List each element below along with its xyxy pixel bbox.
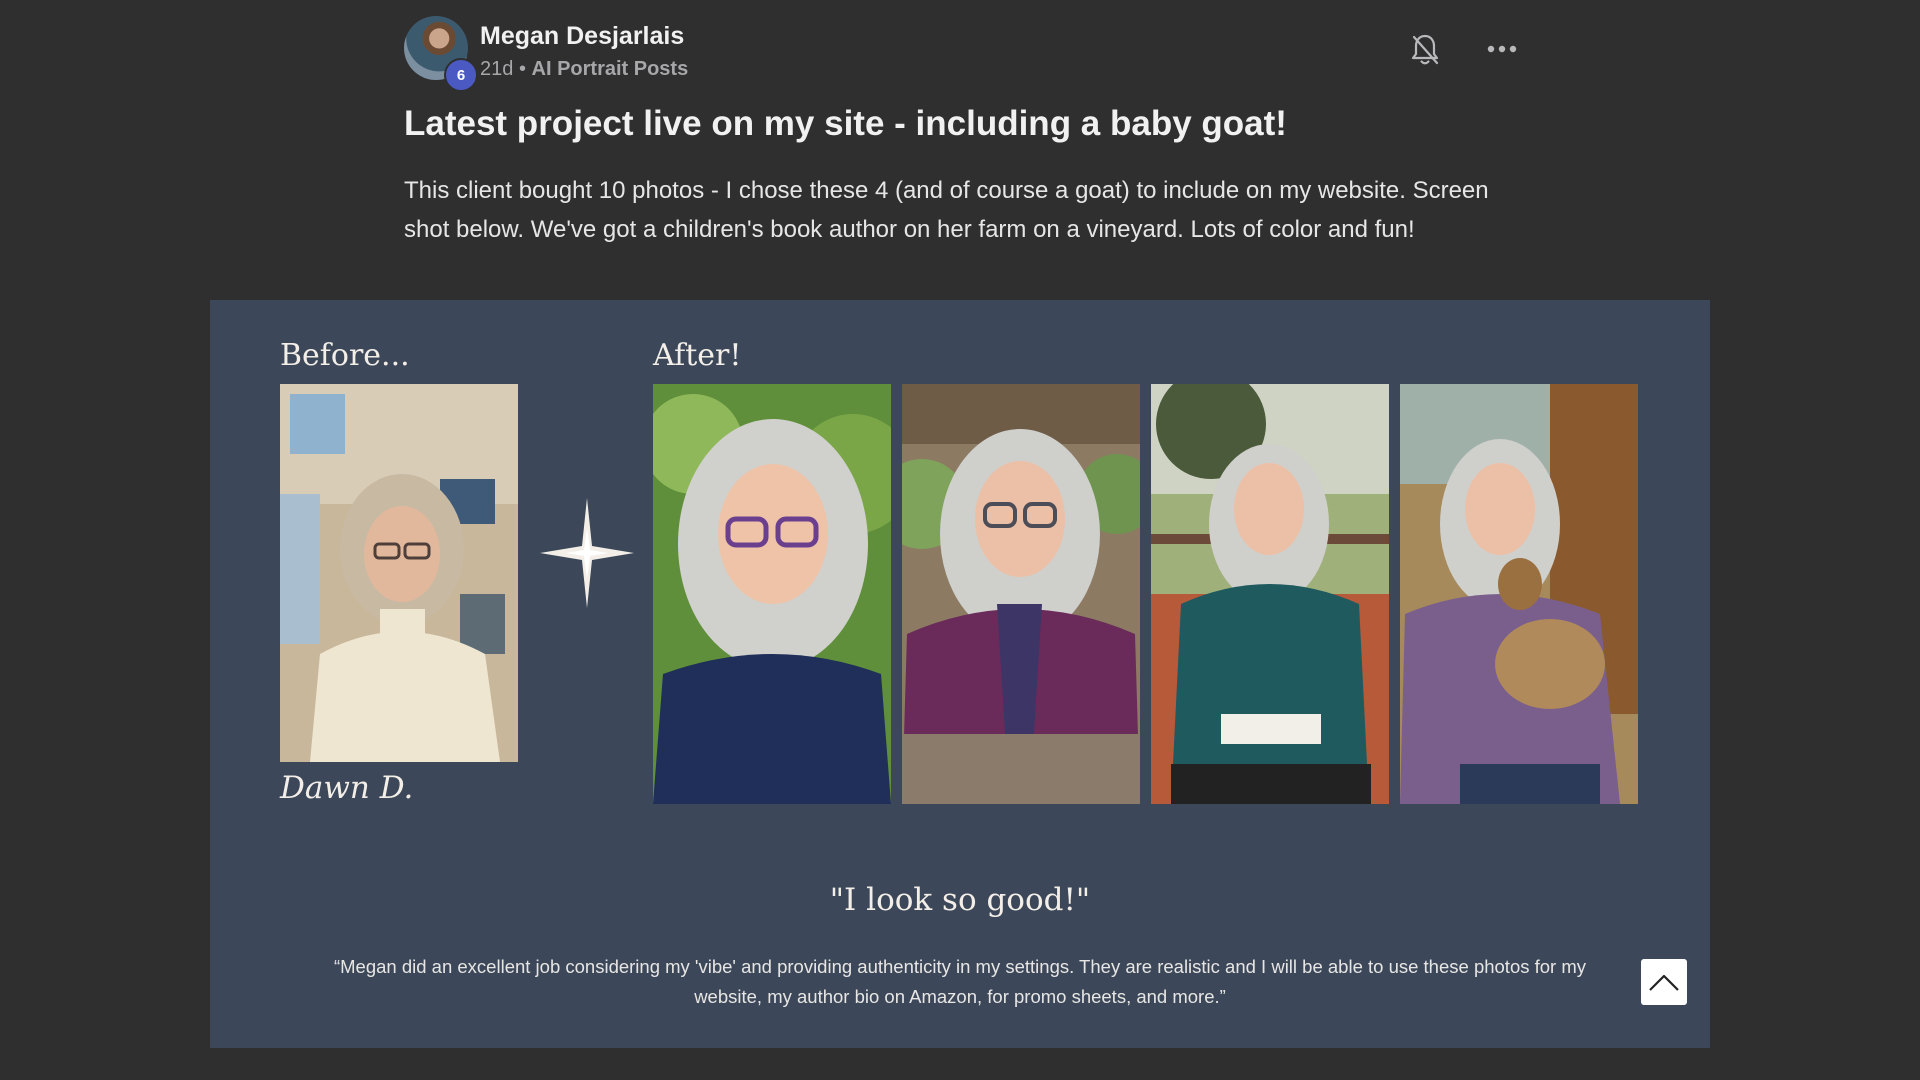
- before-label: Before...: [280, 338, 410, 373]
- more-horizontal-icon[interactable]: [1486, 42, 1518, 56]
- author-avatar[interactable]: 6: [404, 16, 478, 92]
- testimonial-text: “Megan did an excellent job considering …: [333, 956, 1587, 1007]
- after-label: After!: [653, 338, 742, 373]
- bell-off-icon[interactable]: [1410, 33, 1440, 67]
- after-photo-2: [902, 384, 1140, 804]
- client-name: Dawn D.: [280, 770, 414, 806]
- post-title: Latest project live on my site - includi…: [404, 104, 1287, 143]
- post-image[interactable]: Before... After! Dawn D. "I look so good…: [210, 300, 1710, 1048]
- after-photo-1: [653, 384, 891, 804]
- before-photo: [280, 384, 518, 762]
- quote-title: "I look so good!": [829, 882, 1091, 918]
- chevron-up-icon: [1648, 972, 1680, 992]
- after-photo-4: [1400, 384, 1638, 804]
- four-point-star-icon: [540, 498, 634, 608]
- after-photo-3: [1151, 384, 1389, 804]
- post-age: 21d: [480, 58, 514, 80]
- author-name[interactable]: Megan Desjarlais: [480, 22, 684, 51]
- level-badge: 6: [444, 58, 478, 92]
- post-header: 6 Megan Desjarlais 21d • AI Portrait Pos…: [404, 16, 1518, 92]
- scroll-to-top-button[interactable]: [1641, 959, 1687, 1005]
- post-meta: 21d • AI Portrait Posts: [480, 58, 688, 81]
- post-body: This client bought 10 photos - I chose t…: [404, 177, 1489, 243]
- post-category[interactable]: AI Portrait Posts: [532, 58, 689, 80]
- meta-separator: •: [518, 58, 526, 80]
